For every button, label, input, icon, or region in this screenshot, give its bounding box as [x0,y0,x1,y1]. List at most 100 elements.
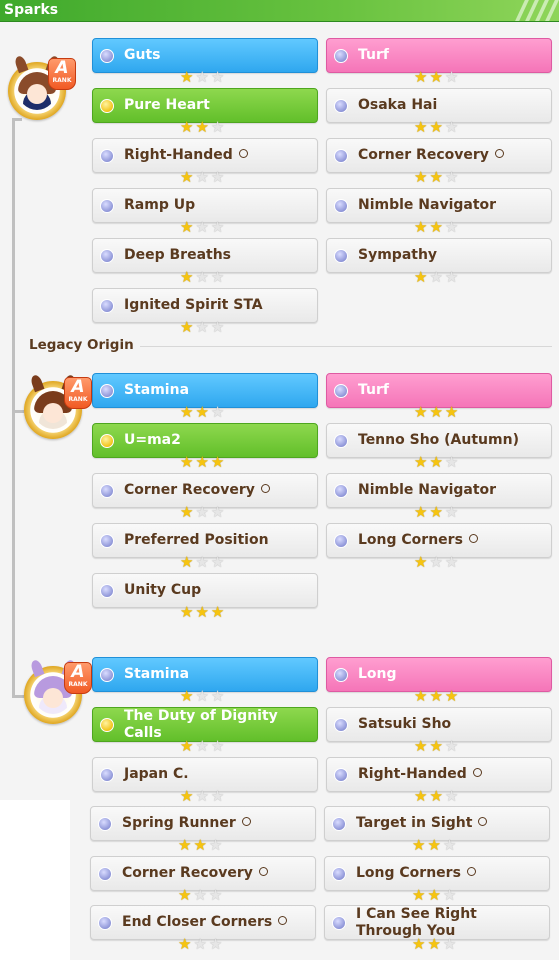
star-empty-icon: ★ [210,218,227,236]
star-rating: ★★★ [180,119,240,135]
star-filled-icon: ★ [429,737,445,755]
star-empty-icon: ★ [195,503,211,521]
star-filled-icon: ★ [429,218,445,236]
trainee-avatar[interactable]: A RANK [8,54,76,120]
star-empty-icon: ★ [208,935,225,953]
star-rating: ★★★ [414,69,474,85]
star-filled-icon: ★ [444,687,461,705]
star-empty-icon: ★ [195,787,211,805]
spark-type-icon [100,718,114,732]
star-empty-icon: ★ [442,886,459,904]
star-filled-icon: ★ [429,168,445,186]
star-filled-icon: ★ [414,268,430,286]
circle-mark-icon [258,867,268,876]
star-rating: ★★★ [180,169,240,185]
star-rating: ★★★ [412,837,472,853]
star-empty-icon: ★ [210,168,227,186]
rank-badge: A RANK [64,377,92,409]
star-rating: ★★★ [180,504,240,520]
spark-type-icon [100,49,114,63]
star-empty-icon: ★ [444,737,461,755]
star-rating: ★★★ [178,887,238,903]
star-empty-icon: ★ [210,553,227,571]
circle-mark-icon [468,534,478,543]
star-filled-icon: ★ [178,886,194,904]
star-rating: ★★★ [180,604,240,620]
spark-type-icon [98,916,112,930]
star-rating: ★★★ [180,554,240,570]
star-filled-icon: ★ [180,68,196,86]
star-empty-icon: ★ [195,553,211,571]
star-empty-icon: ★ [444,787,461,805]
star-filled-icon: ★ [414,503,430,521]
star-empty-icon: ★ [195,218,211,236]
star-filled-icon: ★ [178,935,194,953]
star-empty-icon: ★ [210,737,227,755]
star-empty-icon: ★ [210,687,227,705]
star-filled-icon: ★ [180,603,196,621]
star-rating: ★★★ [412,936,472,952]
star-empty-icon: ★ [442,836,459,854]
star-empty-icon: ★ [444,503,461,521]
star-filled-icon: ★ [180,737,196,755]
star-rating: ★★★ [414,269,474,285]
spark-label: Japan C. [124,766,189,782]
star-filled-icon: ★ [429,453,445,471]
circle-mark-icon [238,149,248,158]
star-filled-icon: ★ [195,118,211,136]
star-filled-icon: ★ [444,403,461,421]
star-empty-icon: ★ [210,68,227,86]
star-filled-icon: ★ [414,453,430,471]
star-empty-icon: ★ [429,268,445,286]
star-filled-icon: ★ [195,453,211,471]
star-filled-icon: ★ [429,687,445,705]
star-empty-icon: ★ [210,503,227,521]
star-filled-icon: ★ [427,886,443,904]
star-filled-icon: ★ [180,403,196,421]
spark-type-icon [334,99,348,113]
spark-type-icon [100,384,114,398]
star-rating: ★★★ [178,837,238,853]
star-filled-icon: ★ [412,836,428,854]
spark-type-icon [100,299,114,313]
rank-letter: A [55,58,69,78]
star-filled-icon: ★ [178,836,194,854]
star-empty-icon: ★ [444,268,461,286]
legacy-parent-1-avatar[interactable]: A RANK [24,373,92,439]
star-empty-icon: ★ [444,168,461,186]
spark-type-icon [100,668,114,682]
star-rating: ★★★ [178,936,238,952]
star-rating: ★★★ [180,69,240,85]
spark-type-icon [334,249,348,263]
star-empty-icon: ★ [193,886,209,904]
star-rating: ★★★ [414,404,474,420]
spark-type-icon [334,49,348,63]
star-filled-icon: ★ [429,503,445,521]
circle-mark-icon [466,867,476,876]
star-filled-icon: ★ [427,935,443,953]
spark-type-icon [100,199,114,213]
rank-word: RANK [68,681,88,688]
sparks-title: Sparks [4,2,59,18]
star-filled-icon: ★ [412,886,428,904]
spark-label: Turf [358,47,389,63]
spark-label: U=ma2 [124,432,181,448]
star-rating: ★★★ [414,219,474,235]
spark-label: Turf [358,382,389,398]
star-empty-icon: ★ [444,218,461,236]
star-filled-icon: ★ [412,935,428,953]
spark-type-icon [100,249,114,263]
star-empty-icon: ★ [429,553,445,571]
star-filled-icon: ★ [429,403,445,421]
star-filled-icon: ★ [180,218,196,236]
circle-mark-icon [494,149,504,158]
spark-type-icon [334,149,348,163]
star-empty-icon: ★ [195,268,211,286]
spark-type-icon [334,718,348,732]
star-filled-icon: ★ [180,553,196,571]
legacy-parent-2-avatar[interactable]: A RANK [24,658,92,724]
spark-type-icon [332,916,346,930]
tree-connector-line [12,410,24,413]
star-filled-icon: ★ [195,603,211,621]
spark-type-icon [100,584,114,598]
